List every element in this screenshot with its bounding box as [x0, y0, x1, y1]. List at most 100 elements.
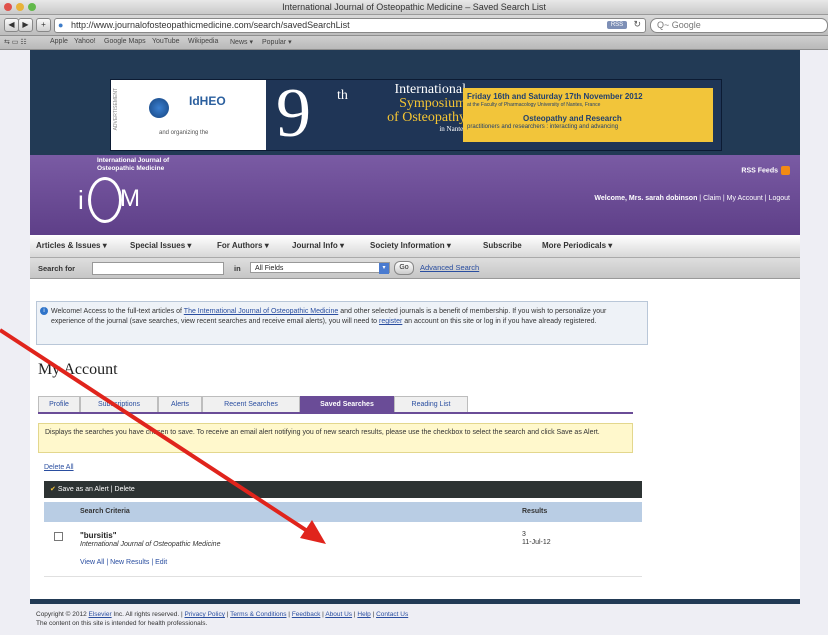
reload-icon[interactable]: ↻ [633, 19, 641, 30]
privacy-policy-link[interactable]: Privacy Policy [184, 611, 224, 618]
site-search-bar: Search for in All Fields ▾ Go Advanced S… [30, 258, 800, 279]
column-header-search-criteria: Search Criteria [80, 508, 130, 515]
save-as-alert-button[interactable]: ✔ Save as an Alert | Delete [50, 481, 135, 498]
info-icon: i [40, 307, 48, 315]
bell-icon: ✔ [50, 486, 56, 493]
separator: | [110, 486, 113, 493]
symposium-details-box: Friday 16th and Saturday 17th November 2… [463, 88, 713, 142]
action-bar: ✔ Save as an Alert | Delete [44, 481, 642, 498]
sponsor-logo-icon [149, 98, 169, 118]
column-header-results: Results [522, 508, 548, 515]
main-navigation: Articles & Issues ▾ Special Issues ▾ For… [30, 235, 800, 258]
rights-text: Inc. All rights reserved. | [111, 611, 185, 618]
site-footer: Copyright © 2012 Elsevier Inc. All right… [30, 604, 800, 635]
bookmark-item[interactable]: Google Maps [104, 38, 146, 45]
nav-journal-info[interactable]: Journal Info ▾ [292, 241, 344, 250]
banner-sponsor-panel: ADVERTISEMENT IdHEO and organizing the [111, 80, 266, 150]
nav-articles-issues[interactable]: Articles & Issues ▾ [36, 241, 107, 250]
new-results-link[interactable]: New Results [110, 559, 149, 566]
journal-link[interactable]: The International Journal of Osteopathic… [184, 308, 338, 315]
result-count: 3 [522, 531, 526, 538]
browser-search-input[interactable]: Q~ Google [650, 18, 828, 33]
table-header: Search Criteria Results [44, 502, 642, 522]
symposium-line: Symposium [399, 96, 466, 111]
bookmark-item[interactable]: News ▾ [230, 38, 253, 46]
reading-list-icon[interactable]: ⇆ ▭ ☷ [4, 38, 27, 46]
tab-subscriptions[interactable]: Subscriptions [80, 396, 158, 412]
search-placeholder: Q~ Google [657, 20, 701, 30]
my-account-link[interactable]: My Account [727, 195, 763, 202]
forward-button[interactable]: ▶ [18, 18, 33, 32]
window-titlebar: International Journal of Osteopathic Med… [0, 0, 828, 15]
nav-for-authors[interactable]: For Authors ▾ [217, 241, 269, 250]
bookmark-item[interactable]: Apple [50, 38, 68, 45]
symposium-theme: Osteopathy and Research [523, 114, 622, 123]
symposium-tagline: practitioners and researchers : interact… [467, 124, 619, 130]
browser-toolbar: ◀ ▶ + ● http://www.journalofosteopathicm… [0, 15, 828, 36]
logout-link[interactable]: Logout [769, 195, 790, 202]
sponsor-brand: IdHEO [189, 94, 226, 108]
rss-feeds-link[interactable]: RSS Feeds [741, 166, 790, 175]
nav-more-periodicals[interactable]: More Periodicals ▾ [542, 241, 612, 250]
welcome-text: Welcome, Mrs. sarah dobinson [594, 195, 698, 202]
claim-link[interactable]: Claim [703, 195, 721, 202]
copyright-text: Copyright © 2012 [36, 611, 89, 618]
about-us-link[interactable]: About Us [325, 611, 352, 618]
symposium-venue: at the Faculty of Pharmacology Universit… [467, 102, 601, 108]
sponsor-organizer: and organizing the [159, 130, 209, 136]
symposium-dates: Friday 16th and Saturday 17th November 2… [467, 92, 643, 101]
terms-link[interactable]: Terms & Conditions [230, 611, 286, 618]
bookmark-item[interactable]: Popular ▾ [262, 38, 292, 46]
bookmarks-bar: ⇆ ▭ ☷ Apple Yahoo! Google Maps YouTube W… [0, 36, 828, 50]
help-link[interactable]: Help [357, 611, 370, 618]
nav-special-issues[interactable]: Special Issues ▾ [130, 241, 191, 250]
window-title: International Journal of Osteopathic Med… [282, 2, 546, 12]
search-in-label: in [234, 264, 241, 273]
search-field-select[interactable]: All Fields ▾ [250, 262, 390, 274]
globe-icon: ● [58, 20, 64, 30]
view-all-link[interactable]: View All [80, 559, 104, 566]
user-bar: Welcome, Mrs. sarah dobinson | Claim | M… [594, 195, 790, 202]
logo-letter: i [78, 185, 84, 215]
advertisement-banner[interactable]: ADVERTISEMENT IdHEO and organizing the 9… [110, 75, 722, 152]
url-text: http://www.journalofosteopathicmedicine.… [71, 20, 350, 30]
delete-button[interactable]: Delete [115, 486, 135, 493]
logo-letter: M [120, 185, 140, 212]
main-content: i Welcome! Access to the full-text artic… [30, 279, 800, 599]
back-button[interactable]: ◀ [4, 18, 19, 32]
tab-profile[interactable]: Profile [38, 396, 80, 412]
register-link[interactable]: register [379, 318, 402, 325]
nav-subscribe[interactable]: Subscribe [483, 241, 522, 250]
delete-all-link[interactable]: Delete All [44, 464, 74, 471]
tab-recent-searches[interactable]: Recent Searches [202, 396, 300, 412]
contact-us-link[interactable]: Contact Us [376, 611, 408, 618]
advanced-search-link[interactable]: Advanced Search [420, 263, 479, 272]
logo-circle [88, 177, 122, 223]
elsevier-link[interactable]: Elsevier [89, 611, 112, 618]
welcome-notice: i Welcome! Access to the full-text artic… [36, 301, 648, 345]
feedback-link[interactable]: Feedback [292, 611, 321, 618]
nav-society-information[interactable]: Society Information ▾ [370, 241, 451, 250]
search-input[interactable] [92, 262, 224, 275]
row-checkbox[interactable] [54, 532, 63, 541]
add-bookmark-button[interactable]: + [36, 18, 51, 32]
site-header: International Journal of Osteopathic Med… [30, 155, 800, 235]
ijom-logo[interactable]: i M [78, 157, 163, 227]
bookmark-item[interactable]: Wikipedia [188, 38, 218, 45]
symposium-title: International Symposium of Osteopathy in… [346, 83, 466, 134]
tab-reading-list[interactable]: Reading List [394, 396, 468, 412]
chevron-down-icon: ▾ [379, 263, 389, 274]
address-bar[interactable]: ● http://www.journalofosteopathicmedicin… [54, 18, 646, 33]
edit-link[interactable]: Edit [155, 559, 167, 566]
tab-saved-searches[interactable]: Saved Searches [300, 396, 394, 412]
bookmark-item[interactable]: Yahoo! [74, 38, 96, 45]
search-journal: International Journal of Osteopathic Med… [80, 541, 221, 548]
tab-alerts[interactable]: Alerts [158, 396, 202, 412]
footer-disclaimer: The content on this site is intended for… [36, 620, 208, 627]
go-button[interactable]: Go [394, 261, 414, 275]
symposium-number: 9 [276, 75, 311, 152]
bookmark-item[interactable]: YouTube [152, 38, 180, 45]
rss-icon[interactable]: RSS [607, 21, 627, 29]
search-term: "bursitis" [80, 531, 117, 540]
search-label: Search for [38, 264, 76, 273]
